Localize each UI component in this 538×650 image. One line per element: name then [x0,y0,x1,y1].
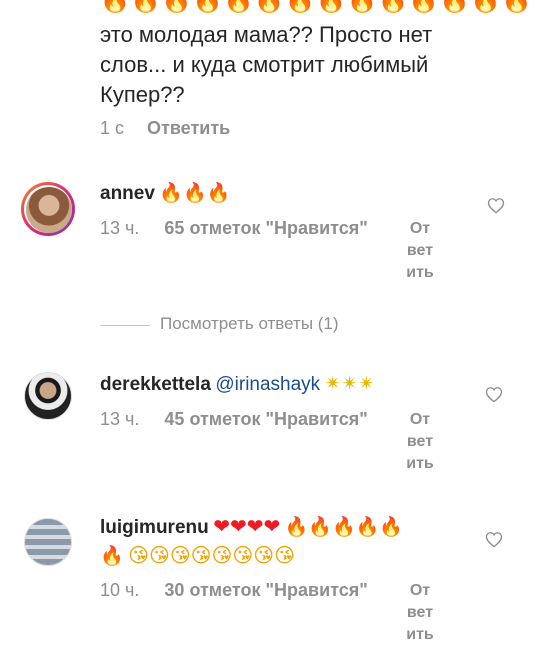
divider-line [100,325,150,326]
heart-emoji: ❤❤❤❤ [213,516,281,538]
reply-button[interactable]: От вет ить [400,218,440,284]
top-comment-meta: 1 с Ответить [100,118,230,139]
likes-count[interactable]: 45 отметок "Нравится" [164,409,367,429]
comment-meta: 13 ч. 65 отметок "Нравится" [100,218,368,239]
like-heart-icon[interactable] [485,386,503,403]
fire-emoji: 🔥🔥🔥🔥🔥 [284,517,403,538]
kiss-emoji: 😘😘😘😘😘😘😘😘 [128,545,295,567]
comment-luigimurenu-line2: 🔥 😘😘😘😘😘😘😘😘 [100,543,295,568]
likes-count[interactable]: 65 отметок "Нравится" [164,218,367,238]
reply-button[interactable]: От вет ить [400,580,440,646]
like-heart-icon[interactable] [485,531,503,548]
comment-meta: 10 ч. 30 отметок "Нравится" [100,580,368,601]
mention-link[interactable]: @irinashayk [215,374,320,395]
comment-time: 13 ч. [100,409,140,429]
comment-meta: 13 ч. 45 отметок "Нравится" [100,409,368,430]
reply-button[interactable]: Ответить [147,118,230,138]
comment-time: 13 ч. [100,218,140,238]
likes-count[interactable]: 30 отметок "Нравится" [164,580,367,600]
view-replies-link[interactable]: Посмотреть ответы (1) [160,314,339,334]
comment-time: 1 с [100,118,125,138]
fire-emoji: 🔥 [100,546,124,567]
like-heart-icon[interactable] [487,197,505,214]
fire-emoji: 🔥🔥🔥🔥🔥🔥🔥🔥🔥🔥🔥🔥🔥🔥 [100,0,533,14]
top-comment-emoji-line: 🔥🔥🔥🔥🔥🔥🔥🔥🔥🔥🔥🔥🔥🔥 И [100,0,538,15]
top-comment-text: это молодая мама?? Просто нет слов... и … [100,22,433,107]
comment-annev: annev 🔥🔥🔥 [100,181,230,205]
comment-derekkettela: derekkettela @irinashayk ✴✴✴ [100,371,375,396]
username[interactable]: luigimurenu [100,517,209,538]
sparkle-emoji: ✴✴✴ [324,373,375,395]
username[interactable]: annev [100,183,155,204]
fire-emoji: 🔥🔥🔥 [159,183,231,204]
comment-luigimurenu: luigimurenu ❤❤❤❤ 🔥🔥🔥🔥🔥 [100,514,403,539]
reply-button[interactable]: От вет ить [400,409,440,475]
comment-time: 10 ч. [100,580,140,600]
username[interactable]: derekkettela [100,374,211,395]
